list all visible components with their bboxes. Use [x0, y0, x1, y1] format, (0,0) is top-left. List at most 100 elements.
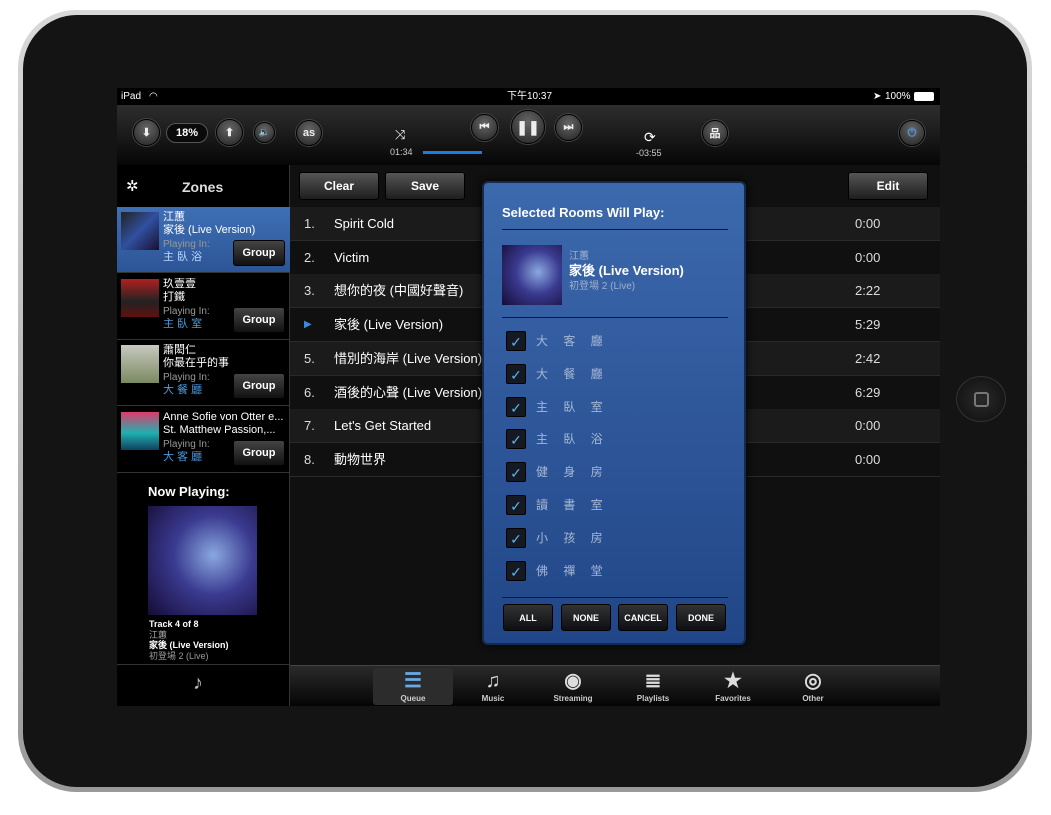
settings-gear-icon[interactable]: ✲ — [126, 177, 139, 195]
all-button[interactable]: ALL — [503, 604, 553, 631]
room-checkbox[interactable]: ✓ — [506, 527, 526, 548]
lastfm-button[interactable]: as — [296, 120, 322, 146]
room-checkbox[interactable]: ✓ — [506, 396, 526, 417]
track-number: 3. — [304, 283, 315, 299]
room-checkbox[interactable]: ✓ — [506, 560, 526, 581]
edit-button[interactable]: Edit — [848, 172, 928, 200]
room-name: 健 身 房 — [536, 465, 609, 480]
popup-title: Selected Rooms Will Play: — [502, 205, 665, 220]
music-note-icon[interactable]: ♪ — [193, 672, 203, 695]
tab-queue[interactable]: ☰ Queue — [373, 668, 453, 705]
now-playing-track: 家後 (Live Version) — [149, 640, 229, 650]
pause-button[interactable]: ❚❚ — [511, 110, 545, 144]
home-button[interactable] — [956, 376, 1006, 422]
track-position: Track 4 of 8 — [149, 619, 199, 629]
track-duration: 0:00 — [855, 418, 881, 434]
tab-label: Favorites — [715, 694, 751, 703]
track-number: 6. — [304, 384, 315, 400]
tab-other[interactable]: ◎ Other — [773, 668, 853, 705]
screen: iPad ◠ 下午10:37 ➤ 100% ⬇ 18% ⬆ 🔈 as ⤨ 01:… — [117, 88, 940, 706]
room-checkbox[interactable]: ✓ — [506, 495, 526, 515]
elapsed-time: 01:34 — [390, 147, 413, 157]
next-button[interactable]: ⏭ — [555, 114, 582, 141]
now-playing-album: 初登場 2 (Live) — [149, 650, 209, 661]
track-duration: 0:00 — [855, 216, 881, 231]
streaming-icon: ◉ — [564, 670, 582, 692]
power-button[interactable]: ⏻ — [899, 120, 925, 146]
popup-album-art — [502, 245, 562, 305]
room-name: 大 客 廳 — [536, 334, 609, 348]
none-button[interactable]: NONE — [561, 604, 611, 631]
star-icon: ★ — [724, 670, 742, 692]
progress-bar[interactable] — [423, 151, 482, 154]
track-title: 惜別的海岸 (Live Version) — [334, 350, 483, 366]
playing-indicator-icon: ▶ — [304, 319, 312, 331]
divider — [502, 229, 728, 230]
mute-button[interactable]: 🔈 — [254, 122, 275, 143]
now-playing-panel: Now Playing: Track 4 of 8 江蕙 家後 (Live Ve… — [117, 474, 290, 665]
network-button[interactable]: 品 — [702, 120, 728, 146]
track-duration: 2:42 — [855, 350, 881, 366]
done-button[interactable]: DONE — [676, 604, 726, 631]
cancel-button[interactable]: CANCEL — [618, 604, 668, 631]
room-name: 讀 書 室 — [536, 498, 609, 512]
room-name: 主 臥 浴 — [536, 432, 609, 447]
list-icon: ☰ — [404, 670, 422, 692]
room-name: 大 餐 廳 — [536, 366, 609, 381]
tab-label: Playlists — [636, 694, 670, 703]
track-number: 5. — [304, 350, 315, 366]
track-title: Victim — [334, 249, 370, 265]
progress-fill — [423, 151, 482, 154]
room-name: 主 臥 室 — [536, 399, 609, 414]
tab-bar: ☰ Queue ♫ Music ◉ Streaming ≣ Playlists ★ Favorit… — [290, 665, 940, 706]
now-playing-artist: 江蕙 — [149, 629, 168, 640]
playlist-icon: ≣ — [644, 670, 662, 692]
disc-icon: ◎ — [804, 670, 822, 692]
tab-label: Streaming — [553, 694, 593, 703]
tab-playlists[interactable]: ≣ Playlists — [613, 668, 693, 705]
status-bar: iPad ◠ 下午10:37 ➤ 100% — [117, 88, 940, 105]
tab-music[interactable]: ♫ Music — [453, 668, 533, 705]
track-title: Spirit Cold — [334, 216, 394, 231]
track-duration: 0:00 — [855, 451, 881, 467]
battery-icon — [914, 92, 934, 101]
device-label: iPad — [121, 91, 142, 102]
tab-favorites[interactable]: ★ Favorites — [693, 668, 773, 705]
location-icon: ➤ — [873, 91, 882, 102]
track-title: 想你的夜 (中國好聲音) — [334, 283, 464, 299]
clear-button[interactable]: Clear — [299, 172, 379, 200]
now-playing-label: Now Playing: — [148, 484, 230, 499]
volume-down-button[interactable]: ⬇ — [133, 119, 160, 146]
track-duration: 0:00 — [855, 249, 881, 265]
volume-level: 18% — [166, 123, 208, 143]
room-selection-popup: Selected Rooms Will Play: 江蕙 家後 (Live Ve… — [482, 181, 746, 645]
room-name: 佛 禪 堂 — [536, 563, 609, 578]
room-checkbox[interactable]: ✓ — [506, 429, 526, 450]
volume-up-button[interactable]: ⬆ — [216, 119, 243, 146]
room-checkbox[interactable]: ✓ — [506, 462, 526, 483]
track-title: 酒後的心聲 (Live Version) — [334, 384, 483, 400]
track-number: 8. — [304, 451, 315, 467]
divider — [502, 597, 728, 598]
album-art — [148, 506, 257, 615]
track-number: 7. — [304, 418, 315, 434]
repeat-icon[interactable]: ⟳ — [644, 129, 656, 146]
track-number: 2. — [304, 249, 315, 265]
save-button[interactable]: Save — [385, 172, 465, 200]
battery-percent: 100% — [885, 91, 911, 102]
clock: 下午10:37 — [507, 91, 553, 102]
music-note-icon: ♫ — [485, 670, 501, 692]
toolbar: ⬇ 18% ⬆ 🔈 as ⤨ 01:34 ⏮ ❚❚ ⏭ ⟳ -03:55 品 ⏻ — [117, 105, 940, 165]
track-duration: 2:22 — [855, 283, 881, 299]
track-title: Let's Get Started — [334, 418, 432, 434]
room-name: 小 孩 房 — [536, 530, 609, 545]
shuffle-icon[interactable]: ⤨ — [395, 127, 405, 143]
room-checkbox[interactable]: ✓ — [506, 363, 526, 384]
track-duration: 5:29 — [855, 317, 881, 333]
track-duration: 6:29 — [855, 384, 881, 400]
previous-button[interactable]: ⏮ — [471, 114, 498, 141]
room-checkbox[interactable]: ✓ — [506, 331, 526, 351]
wifi-icon: ◠ — [149, 91, 158, 102]
tab-label: Other — [802, 694, 824, 703]
tab-streaming[interactable]: ◉ Streaming — [533, 668, 613, 705]
